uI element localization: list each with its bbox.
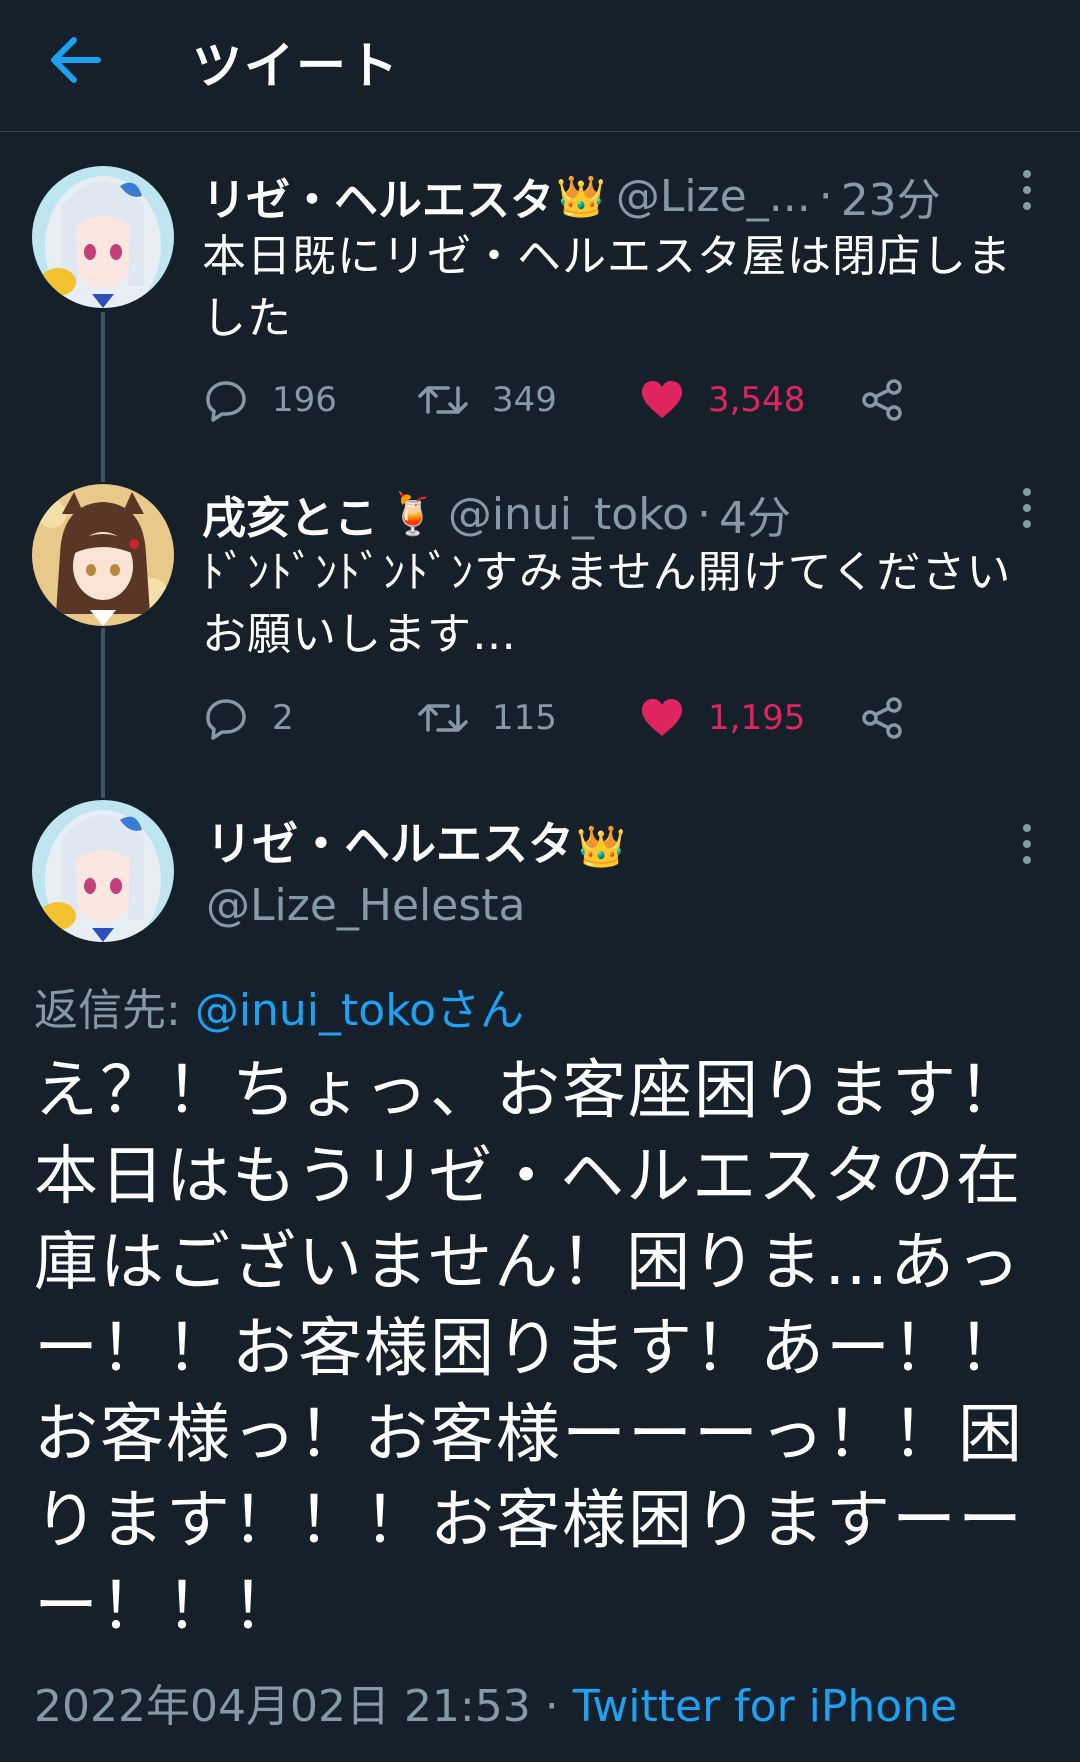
- handle[interactable]: @inui_toko: [448, 489, 689, 540]
- tweet-actions: 2 115 1,195: [204, 690, 924, 746]
- timestamp[interactable]: 4分: [719, 482, 791, 546]
- reply-button[interactable]: 196: [204, 372, 337, 428]
- timestamp[interactable]: 23分: [841, 164, 941, 228]
- separator: ·: [697, 488, 712, 540]
- crown-icon: 👑: [556, 173, 606, 220]
- display-name-text: リゼ・ヘルエスタ: [206, 817, 574, 871]
- retweet-button[interactable]: 115: [418, 690, 557, 746]
- handle[interactable]: @Lize_Helesta: [206, 880, 526, 931]
- like-count: 3,548: [708, 380, 806, 420]
- timestamp: 2022年04月02日 21:53: [34, 1681, 531, 1732]
- tweet-meta: 2022年04月02日 21:53 · Twitter for iPhone: [34, 1670, 957, 1734]
- more-vertical-icon: [1023, 824, 1031, 864]
- more-button[interactable]: [1010, 484, 1044, 532]
- tweet-header: 戌亥とこ 🍹 @inui_toko · 4分: [202, 482, 791, 546]
- thread-line: [101, 628, 105, 798]
- tweet-text: ﾄﾞﾝﾄﾞﾝﾄﾞﾝﾄﾞﾝすみません開けてくださいお願いします…: [202, 547, 1012, 660]
- separator: ·: [818, 170, 833, 222]
- thread-line: [101, 312, 105, 482]
- more-button[interactable]: [1010, 166, 1044, 214]
- reply-context: 返信先: @inui_tokoさん: [34, 974, 524, 1038]
- more-vertical-icon: [1023, 488, 1031, 528]
- arrow-left-icon: [51, 37, 101, 83]
- display-name[interactable]: リゼ・ヘルエスタ👑: [206, 808, 636, 874]
- share-icon: [862, 379, 902, 421]
- heart-icon: [642, 381, 682, 418]
- share-button[interactable]: [860, 690, 904, 746]
- reply-button[interactable]: 2: [204, 690, 294, 746]
- tweet-text: え？！ちょっ、お客座困ります！本日はもうリゼ・ヘルエスタの在庫はございません！困…: [34, 1054, 1024, 1644]
- handle[interactable]: @Lize_...: [616, 171, 811, 222]
- heart-icon: [642, 699, 682, 736]
- more-vertical-icon: [1023, 170, 1031, 210]
- like-count: 1,195: [708, 698, 806, 738]
- tweet-header: リゼ・ヘルエスタ 👑 @Lize_... · 23分: [202, 164, 941, 228]
- retweet-icon: [418, 386, 468, 414]
- reply-count: 196: [272, 380, 337, 420]
- retweet-count: 349: [492, 380, 557, 420]
- share-icon: [862, 697, 902, 739]
- page-title: ツイート: [192, 37, 400, 95]
- cocktail-icon: 🍹: [388, 491, 438, 538]
- more-button[interactable]: [1010, 820, 1044, 868]
- reply-count: 2: [272, 698, 294, 738]
- like-button[interactable]: 3,548: [640, 372, 805, 428]
- reply-mention-link[interactable]: @inui_tokoさん: [195, 985, 524, 1036]
- back-button[interactable]: [40, 28, 110, 92]
- tweet-actions: 196 349 3,548: [204, 372, 924, 428]
- separator: ·: [530, 1681, 573, 1732]
- avatar[interactable]: [32, 800, 174, 942]
- like-button[interactable]: 1,195: [640, 690, 805, 746]
- top-bar: ツイート: [0, 0, 1080, 132]
- share-button[interactable]: [860, 372, 904, 428]
- display-name[interactable]: 戌亥とこ: [202, 482, 378, 546]
- avatar[interactable]: [32, 166, 174, 308]
- crown-icon: 👑: [576, 824, 626, 870]
- avatar[interactable]: [32, 484, 174, 626]
- reply-label: 返信先:: [34, 985, 195, 1036]
- tweet-text: 本日既にリゼ・ヘルエスタ屋は閉店しました: [202, 231, 1012, 344]
- reply-icon: [206, 381, 246, 422]
- retweet-count: 115: [492, 698, 557, 738]
- retweet-button[interactable]: 349: [418, 372, 557, 428]
- display-name[interactable]: リゼ・ヘルエスタ: [202, 164, 554, 228]
- source-link[interactable]: Twitter for iPhone: [573, 1681, 957, 1732]
- retweet-icon: [418, 704, 468, 732]
- reply-icon: [206, 699, 246, 740]
